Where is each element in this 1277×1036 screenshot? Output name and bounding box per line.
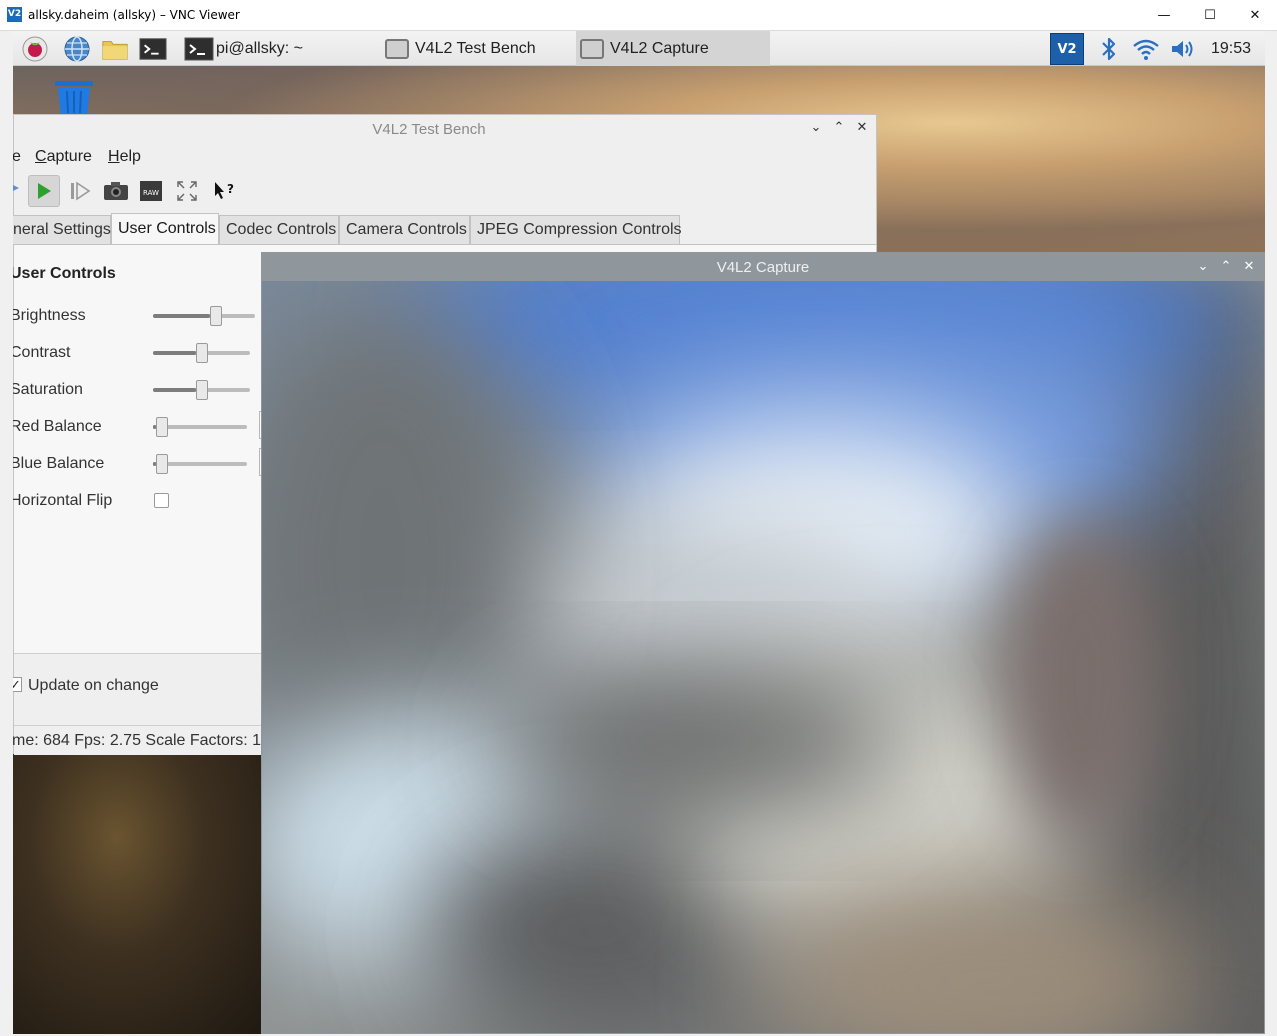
bluetooth-icon[interactable] [1095, 35, 1123, 63]
tab-user-controls[interactable]: User Controls [111, 213, 219, 244]
control-row-red-balance: Red Balance [13, 411, 270, 439]
tab-general-settings[interactable]: neral Settings [13, 215, 111, 244]
control-row-blue-balance: Blue Balance [13, 448, 270, 476]
vnc-server-tray-icon[interactable]: V2 [1050, 33, 1084, 65]
toolbar: RAW ? [13, 173, 314, 207]
tab-label: JPEG Compression Controls [477, 221, 682, 238]
update-on-change-label: Update on change [28, 677, 159, 694]
terminal-task-icon [184, 37, 214, 61]
menu-help-label: elp [119, 148, 141, 165]
raw-icon-label: RAW [143, 189, 159, 197]
svg-text:?: ? [227, 182, 234, 196]
taskbar-task-label: pi@allsky: ~ [216, 39, 303, 57]
menu-mnemonic: C [35, 148, 47, 165]
slider-fill [153, 314, 210, 318]
slider-fill [153, 351, 196, 355]
control-label: Horizontal Flip [13, 492, 113, 509]
control-label: Brightness [13, 307, 86, 324]
vnc-maximize-button[interactable]: ☐ [1187, 0, 1233, 31]
volume-icon[interactable] [1169, 35, 1197, 63]
vnc-window-title: allsky.daheim (allsky) – VNC Viewer [28, 8, 240, 22]
red-balance-slider[interactable] [153, 417, 247, 437]
menu-capture[interactable]: Capture [35, 148, 92, 166]
vnc-titlebar: V2 allsky.daheim (allsky) – VNC Viewer —… [0, 0, 1277, 31]
taskbar-task-capture[interactable]: V4L2 Capture [576, 31, 770, 66]
blue-balance-slider[interactable] [153, 454, 247, 474]
tab-label: User Controls [118, 220, 216, 237]
minimize-button[interactable]: ⌄ [808, 120, 824, 136]
menu-mnemonic: H [108, 148, 120, 165]
status-text: me: 684 Fps: 2.75 Scale Factors: 1x1 [13, 732, 278, 749]
vnc-minimize-button[interactable]: — [1141, 0, 1187, 31]
window-title: V4L2 Test Bench [372, 121, 486, 138]
tab-label: Camera Controls [346, 221, 467, 238]
tab-camera-controls[interactable]: Camera Controls [339, 215, 470, 244]
raspberry-menu-icon[interactable] [21, 35, 49, 63]
close-button[interactable]: ✕ [854, 120, 870, 136]
menu-file-label: e [13, 148, 21, 165]
step-frame-icon[interactable] [64, 175, 96, 207]
tab-label: Codec Controls [226, 221, 337, 238]
menu-file[interactable]: e [13, 148, 21, 166]
vnc-logo-icon: V2 [7, 7, 22, 22]
saturation-slider[interactable] [153, 380, 250, 400]
brightness-slider[interactable] [153, 306, 255, 326]
maximize-button[interactable]: ⌃ [1218, 259, 1234, 275]
control-label: Contrast [13, 344, 71, 361]
control-row-contrast: Contrast [13, 337, 270, 365]
control-row-saturation: Saturation [13, 374, 270, 402]
update-on-change-checkbox[interactable]: ✓ [13, 677, 22, 693]
menu-help[interactable]: Help [108, 148, 141, 166]
remote-desktop[interactable]: pi@allsky: ~ V4L2 Test Bench V4L2 Captur… [13, 31, 1265, 1034]
slider-handle[interactable] [210, 306, 222, 326]
slider-handle[interactable] [156, 417, 168, 437]
contrast-slider[interactable] [153, 343, 250, 363]
whats-this-help-icon[interactable]: ? [207, 175, 239, 207]
taskbar-task-test-bench[interactable]: V4L2 Test Bench [383, 31, 573, 66]
clock[interactable]: 19:53 [1211, 40, 1251, 58]
snapshot-camera-icon[interactable] [100, 175, 132, 207]
control-label: Red Balance [13, 418, 102, 435]
control-row-horizontal-flip: Horizontal Flip [13, 490, 270, 512]
control-label: Blue Balance [13, 455, 105, 472]
web-browser-icon[interactable] [63, 35, 91, 63]
minimize-button[interactable]: ⌄ [1195, 259, 1211, 275]
taskbar: pi@allsky: ~ V4L2 Test Bench V4L2 Captur… [13, 31, 1265, 66]
trash-icon[interactable] [53, 81, 95, 117]
slider-handle[interactable] [196, 343, 208, 363]
open-device-icon[interactable] [13, 175, 22, 207]
horizontal-flip-checkbox[interactable] [154, 493, 169, 508]
capture-titlebar[interactable]: V4L2 Capture ⌄ ⌃ ✕ [262, 253, 1264, 281]
webcam-app-icon [385, 38, 409, 59]
video-frame [262, 281, 1264, 1033]
tab-codec-controls[interactable]: Codec Controls [219, 215, 339, 244]
blurred-camera-image [262, 281, 1264, 1033]
slider-handle[interactable] [196, 380, 208, 400]
slider-handle[interactable] [156, 454, 168, 474]
test-bench-titlebar[interactable]: V4L2 Test Bench ⌄ ⌃ ✕ [14, 115, 876, 143]
wifi-icon[interactable] [1132, 35, 1160, 63]
maximize-button[interactable]: ⌃ [831, 120, 847, 136]
raw-capture-icon[interactable]: RAW [135, 175, 167, 207]
tab-label: neral Settings [13, 221, 111, 238]
tab-jpeg-compression-controls[interactable]: JPEG Compression Controls [470, 215, 682, 244]
vnc-close-button[interactable]: ✕ [1232, 0, 1277, 31]
taskbar-task-label: V4L2 Test Bench [415, 39, 536, 57]
control-label: Saturation [13, 381, 83, 398]
taskbar-task-label: V4L2 Capture [610, 39, 709, 57]
window-title: V4L2 Capture [716, 259, 810, 276]
slider-fill [153, 388, 196, 392]
fullscreen-icon[interactable] [171, 175, 203, 207]
taskbar-task-terminal[interactable]: pi@allsky: ~ [184, 31, 303, 66]
terminal-icon[interactable] [139, 35, 167, 63]
group-title: User Controls [13, 265, 116, 282]
capture-window: V4L2 Capture ⌄ ⌃ ✕ [261, 252, 1265, 1034]
close-button[interactable]: ✕ [1241, 259, 1257, 275]
menu-capture-label: apture [46, 148, 92, 165]
start-capture-button[interactable] [28, 175, 60, 207]
file-manager-icon[interactable] [101, 35, 129, 63]
webcam-app-icon [580, 38, 604, 59]
control-row-brightness: Brightness [13, 305, 270, 327]
desktop-wallpaper-forest [13, 751, 273, 1034]
